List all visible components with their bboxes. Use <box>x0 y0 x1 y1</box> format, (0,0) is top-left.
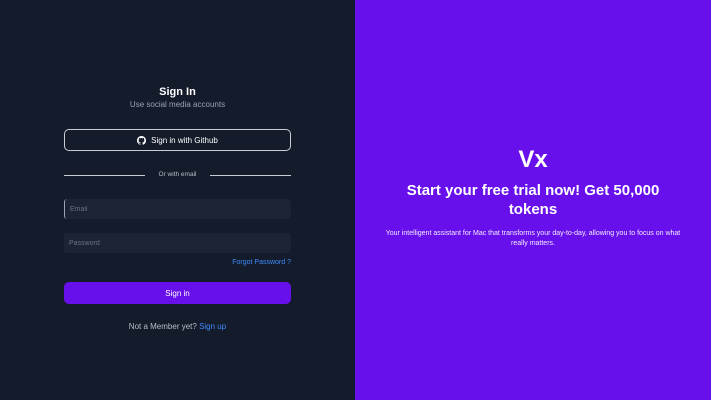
signin-panel: Sign In Use social media accounts Sign i… <box>0 0 355 400</box>
signin-title: Sign In <box>159 86 196 98</box>
member-text: Not a Member yet? <box>128 322 197 331</box>
signup-prompt: Not a Member yet? Sign up <box>0 322 355 331</box>
github-signin-label: Sign in with Github <box>151 135 218 145</box>
brand-logo: Vx <box>518 146 548 173</box>
promo-panel: Vx Start your free trial now! Get 50,000… <box>355 0 711 400</box>
signin-button[interactable]: Sign in <box>64 282 291 304</box>
github-signin-button[interactable]: Sign in with Github <box>64 129 291 151</box>
divider-line-right <box>210 175 291 176</box>
or-divider: Or with email <box>64 170 291 180</box>
password-field[interactable] <box>64 233 291 253</box>
email-field[interactable] <box>64 199 291 219</box>
github-icon <box>137 135 147 145</box>
promo-description: Your intelligent assistant for Mac that … <box>385 230 681 247</box>
forgot-password-link[interactable]: Forgot Password ? <box>232 259 291 266</box>
signup-link[interactable]: Sign up <box>199 322 226 331</box>
signin-subtitle: Use social media accounts <box>129 100 226 109</box>
promo-headline: Start your free trial now! Get 50,000 to… <box>406 182 660 218</box>
